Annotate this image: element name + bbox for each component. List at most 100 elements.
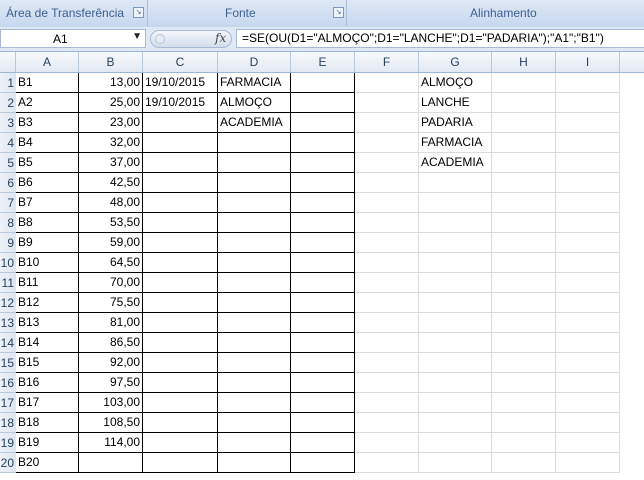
cell-h11[interactable] [492, 273, 556, 293]
row-header[interactable]: 14 [0, 333, 16, 353]
cell-g14[interactable] [419, 333, 492, 353]
cell-c18[interactable] [143, 413, 218, 433]
cell-a16[interactable]: B16 [16, 373, 79, 393]
cell-i19[interactable] [556, 433, 620, 453]
cell-h20[interactable] [492, 453, 556, 473]
cell-a8[interactable]: B8 [16, 213, 79, 233]
cell-e5[interactable] [291, 153, 355, 173]
cell-f15[interactable] [355, 353, 419, 373]
cell-h1[interactable] [492, 73, 556, 93]
cell-g1[interactable]: ALMOÇO [419, 73, 492, 93]
cell-f14[interactable] [355, 333, 419, 353]
cell-g2[interactable]: LANCHE [419, 93, 492, 113]
column-header-f[interactable]: F [355, 52, 419, 72]
cell-f11[interactable] [355, 273, 419, 293]
cell-c7[interactable] [143, 193, 218, 213]
cell-d19[interactable] [218, 433, 291, 453]
cell-i13[interactable] [556, 313, 620, 333]
cell-f16[interactable] [355, 373, 419, 393]
cell-c19[interactable] [143, 433, 218, 453]
cell-b7[interactable]: 48,00 [79, 193, 143, 213]
row-header[interactable]: 12 [0, 293, 16, 313]
column-header-i[interactable]: I [556, 52, 620, 72]
cell-b14[interactable]: 86,50 [79, 333, 143, 353]
row-header[interactable]: 4 [0, 133, 16, 153]
cell-a11[interactable]: B11 [16, 273, 79, 293]
formula-input[interactable]: =SE(OU(D1="ALMOÇO";D1="LANCHE";D1="PADAR… [236, 29, 644, 48]
cell-a1[interactable]: B1 [16, 73, 79, 93]
cell-b20[interactable] [79, 453, 143, 473]
cell-a10[interactable]: B10 [16, 253, 79, 273]
cell-f13[interactable] [355, 313, 419, 333]
cell-g6[interactable] [419, 173, 492, 193]
cell-h4[interactable] [492, 133, 556, 153]
cell-e3[interactable] [291, 113, 355, 133]
cell-h13[interactable] [492, 313, 556, 333]
cell-f20[interactable] [355, 453, 419, 473]
cell-b5[interactable]: 37,00 [79, 153, 143, 173]
cell-h10[interactable] [492, 253, 556, 273]
cell-c2[interactable]: 19/10/2015 [143, 93, 218, 113]
cell-a5[interactable]: B5 [16, 153, 79, 173]
dialog-launcher-icon[interactable]: ↘ [333, 7, 344, 18]
cell-c4[interactable] [143, 133, 218, 153]
cell-i10[interactable] [556, 253, 620, 273]
cell-i16[interactable] [556, 373, 620, 393]
cell-c10[interactable] [143, 253, 218, 273]
row-header[interactable]: 8 [0, 213, 16, 233]
column-header-a[interactable]: A [16, 52, 79, 72]
row-header[interactable]: 11 [0, 273, 16, 293]
cell-a17[interactable]: B17 [16, 393, 79, 413]
cell-e2[interactable] [291, 93, 355, 113]
cell-d11[interactable] [218, 273, 291, 293]
row-header[interactable]: 7 [0, 193, 16, 213]
cell-g12[interactable] [419, 293, 492, 313]
cell-g3[interactable]: PADARIA [419, 113, 492, 133]
cell-h19[interactable] [492, 433, 556, 453]
cell-g4[interactable]: FARMACIA [419, 133, 492, 153]
row-header[interactable]: 6 [0, 173, 16, 193]
row-header[interactable]: 19 [0, 433, 16, 453]
cell-c3[interactable] [143, 113, 218, 133]
cell-f18[interactable] [355, 413, 419, 433]
cell-c5[interactable] [143, 153, 218, 173]
cell-g15[interactable] [419, 353, 492, 373]
cell-e6[interactable] [291, 173, 355, 193]
cell-h5[interactable] [492, 153, 556, 173]
cell-h18[interactable] [492, 413, 556, 433]
row-header[interactable]: 13 [0, 313, 16, 333]
cell-g18[interactable] [419, 413, 492, 433]
column-header-c[interactable]: C [143, 52, 218, 72]
cell-c11[interactable] [143, 273, 218, 293]
cell-g11[interactable] [419, 273, 492, 293]
cell-d5[interactable] [218, 153, 291, 173]
cell-c17[interactable] [143, 393, 218, 413]
cell-i14[interactable] [556, 333, 620, 353]
cell-d4[interactable] [218, 133, 291, 153]
cell-f1[interactable] [355, 73, 419, 93]
cell-h14[interactable] [492, 333, 556, 353]
column-header-g[interactable]: G [419, 52, 492, 72]
cell-g9[interactable] [419, 233, 492, 253]
function-icon[interactable]: fx [215, 31, 226, 45]
cell-a7[interactable]: B7 [16, 193, 79, 213]
cell-g16[interactable] [419, 373, 492, 393]
cell-e19[interactable] [291, 433, 355, 453]
cell-a19[interactable]: B19 [16, 433, 79, 453]
cell-d16[interactable] [218, 373, 291, 393]
cell-h17[interactable] [492, 393, 556, 413]
cell-i17[interactable] [556, 393, 620, 413]
cell-b15[interactable]: 92,00 [79, 353, 143, 373]
cell-e11[interactable] [291, 273, 355, 293]
cell-f10[interactable] [355, 253, 419, 273]
cell-d13[interactable] [218, 313, 291, 333]
cell-b19[interactable]: 114,00 [79, 433, 143, 453]
dialog-launcher-icon[interactable]: ↘ [133, 7, 144, 18]
cell-f6[interactable] [355, 173, 419, 193]
chevron-down-icon[interactable]: ▼ [132, 31, 142, 42]
cell-b2[interactable]: 25,00 [79, 93, 143, 113]
cell-h16[interactable] [492, 373, 556, 393]
cell-a4[interactable]: B4 [16, 133, 79, 153]
cell-i18[interactable] [556, 413, 620, 433]
column-header-e[interactable]: E [291, 52, 355, 72]
